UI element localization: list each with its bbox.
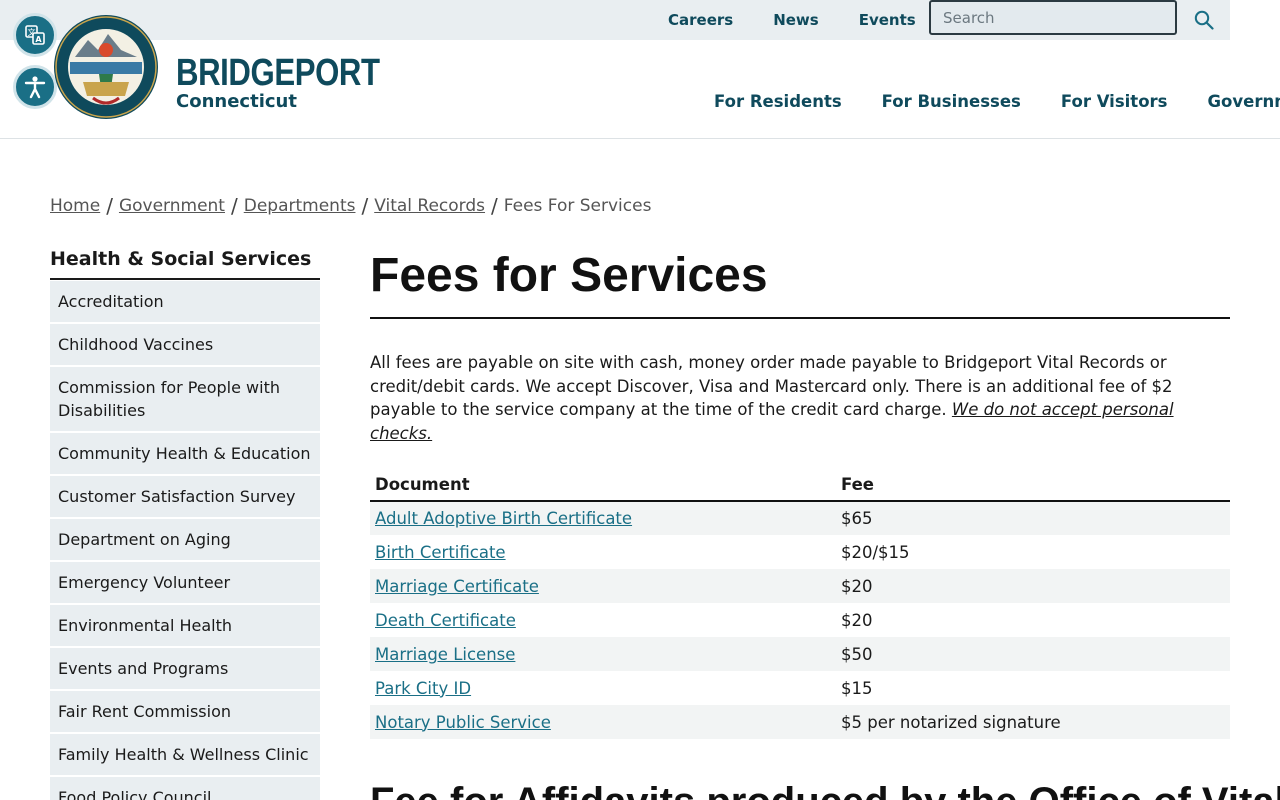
utility-link-careers[interactable]: Careers bbox=[668, 11, 733, 29]
nav-government[interactable]: Government bbox=[1208, 92, 1280, 111]
fee-cell: $5 per notarized signature bbox=[836, 705, 1230, 740]
document-link[interactable]: Marriage License bbox=[375, 645, 515, 664]
affidavits-section-title: Fee for Affidavits produced by the Offic… bbox=[370, 780, 1280, 800]
sidebar-item-fair-rent[interactable]: Fair Rent Commission bbox=[50, 691, 320, 732]
breadcrumb-separator: / bbox=[230, 194, 238, 218]
table-row: Park City ID $15 bbox=[370, 671, 1230, 705]
sidebar-item-accreditation[interactable]: Accreditation bbox=[50, 281, 320, 322]
document-cell: Adult Adoptive Birth Certificate bbox=[370, 501, 836, 536]
table-row: Adult Adoptive Birth Certificate $65 bbox=[370, 501, 1230, 536]
fee-cell: $20 bbox=[836, 569, 1230, 604]
nav-for-businesses[interactable]: For Businesses bbox=[882, 92, 1021, 111]
page-title: Fees for Services bbox=[370, 248, 1230, 320]
document-cell: Birth Certificate bbox=[370, 535, 836, 569]
breadcrumb-departments[interactable]: Departments bbox=[244, 196, 356, 216]
breadcrumb-separator: / bbox=[361, 194, 369, 218]
document-link[interactable]: Birth Certificate bbox=[375, 543, 506, 562]
accessibility-icon bbox=[24, 76, 46, 99]
document-link[interactable]: Notary Public Service bbox=[375, 713, 551, 732]
search-icon bbox=[1194, 10, 1214, 30]
sidebar-item-community-health[interactable]: Community Health & Education bbox=[50, 433, 320, 474]
breadcrumb-government[interactable]: Government bbox=[119, 196, 225, 216]
fees-table: Document Fee Adult Adoptive Birth Certif… bbox=[370, 467, 1230, 740]
column-header-document: Document bbox=[370, 467, 836, 503]
sidebar-list: Accreditation Childhood Vaccines Commiss… bbox=[50, 281, 320, 800]
utility-link-events[interactable]: Events bbox=[859, 11, 916, 29]
document-cell: Death Certificate bbox=[370, 603, 836, 637]
document-cell: Marriage Certificate bbox=[370, 569, 836, 604]
sidebar: Health & Social Services Accreditation C… bbox=[50, 248, 320, 800]
breadcrumb-vital-records[interactable]: Vital Records bbox=[374, 196, 485, 216]
column-header-fee: Fee bbox=[836, 467, 1230, 503]
document-cell: Notary Public Service bbox=[370, 705, 836, 740]
search-button[interactable] bbox=[1177, 0, 1230, 40]
fee-cell: $15 bbox=[841, 678, 873, 698]
sidebar-item-childhood-vaccines[interactable]: Childhood Vaccines bbox=[50, 324, 320, 365]
breadcrumb-current: Fees For Services bbox=[503, 196, 652, 216]
table-row: Birth Certificate $20/$15 bbox=[370, 535, 1230, 569]
utility-bar: Careers News Events bbox=[0, 0, 1230, 40]
fee-cell: $50 bbox=[836, 637, 1230, 672]
fee-cell: $65 bbox=[836, 501, 1230, 536]
breadcrumb: Home / Government / Departments / Vital … bbox=[50, 194, 651, 218]
sidebar-item-department-aging[interactable]: Department on Aging bbox=[50, 519, 320, 560]
nav-for-residents[interactable]: For Residents bbox=[714, 92, 842, 111]
site-brand-subtitle: Connecticut bbox=[176, 91, 297, 112]
sidebar-title: Health & Social Services bbox=[50, 248, 320, 280]
document-link[interactable]: Park City ID bbox=[375, 679, 471, 698]
document-link[interactable]: Death Certificate bbox=[375, 611, 516, 630]
utility-link-news[interactable]: News bbox=[773, 11, 819, 29]
sidebar-item-environmental-health[interactable]: Environmental Health bbox=[50, 605, 320, 646]
table-header-row: Document Fee bbox=[370, 467, 1230, 503]
table-row: Marriage Certificate $20 bbox=[370, 569, 1230, 604]
document-cell: Marriage License bbox=[370, 637, 836, 672]
breadcrumb-home[interactable]: Home bbox=[50, 196, 100, 216]
accessibility-button[interactable] bbox=[13, 65, 57, 109]
utility-nav: Careers News Events bbox=[648, 0, 936, 40]
document-link[interactable]: Adult Adoptive Birth Certificate bbox=[375, 509, 632, 528]
sidebar-item-emergency-volunteer[interactable]: Emergency Volunteer bbox=[50, 562, 320, 603]
city-seal-logo[interactable] bbox=[53, 12, 159, 122]
translate-button[interactable]: 文 A bbox=[13, 13, 57, 57]
table-row: Death Certificate $20 bbox=[370, 603, 1230, 637]
sidebar-item-food-policy[interactable]: Food Policy Council bbox=[50, 777, 320, 800]
nav-for-visitors[interactable]: For Visitors bbox=[1061, 92, 1168, 111]
main-content: Fees for Services All fees are payable o… bbox=[370, 248, 1230, 740]
search-input[interactable] bbox=[929, 0, 1177, 35]
fee-cell: $20 bbox=[841, 610, 873, 630]
sidebar-item-commission-disabilities[interactable]: Commission for People with Disabilities bbox=[50, 367, 320, 431]
table-row: Marriage License $50 bbox=[370, 637, 1230, 672]
svg-text:A: A bbox=[35, 35, 42, 44]
table-row: Notary Public Service $5 per notarized s… bbox=[370, 705, 1230, 740]
sidebar-item-events-programs[interactable]: Events and Programs bbox=[50, 648, 320, 689]
document-cell: Park City ID bbox=[370, 671, 836, 705]
sidebar-item-satisfaction-survey[interactable]: Customer Satisfaction Survey bbox=[50, 476, 320, 517]
fee-cell: $20/$15 bbox=[841, 542, 910, 562]
site-brand-name[interactable]: BRIDGEPORT bbox=[176, 54, 380, 92]
breadcrumb-separator: / bbox=[106, 194, 113, 218]
sidebar-item-family-health[interactable]: Family Health & Wellness Clinic bbox=[50, 734, 320, 775]
translate-icon: 文 A bbox=[25, 25, 45, 45]
breadcrumb-separator: / bbox=[491, 194, 498, 218]
intro-paragraph: All fees are payable on site with cash, … bbox=[370, 351, 1230, 445]
document-link[interactable]: Marriage Certificate bbox=[375, 577, 539, 596]
